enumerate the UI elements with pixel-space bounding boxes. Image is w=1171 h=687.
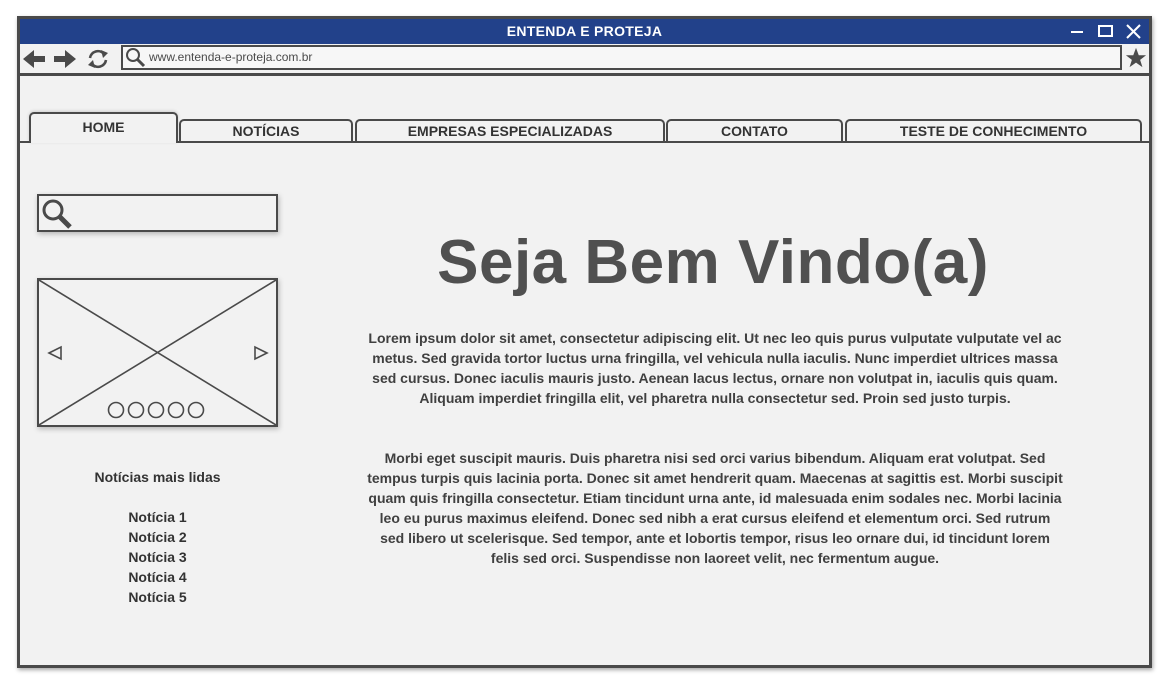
search-icon: [42, 199, 72, 229]
intro-paragraph-1: Lorem ipsum dolor sit amet, consectetur …: [368, 330, 1062, 406]
url-field[interactable]: www.entenda-e-proteja.com.br: [121, 45, 1122, 70]
carousel-next-icon[interactable]: [253, 345, 269, 361]
image-carousel: [37, 278, 278, 427]
news-link-2[interactable]: Notícia 2: [37, 529, 278, 545]
window-title: ENTENDA E PROTEJA: [506, 23, 663, 39]
welcome-title: Seja Bem Vindo(a): [437, 228, 989, 297]
browser-window: ENTENDA E PROTEJA www.entenda-e-proteja.…: [17, 16, 1152, 668]
intro-paragraph-2: Morbi eget suscipit mauris. Duis pharetr…: [367, 450, 1063, 566]
back-arrow-icon[interactable]: [22, 48, 46, 70]
title-bar: ENTENDA E PROTEJA: [20, 19, 1149, 44]
url-text: www.entenda-e-proteja.com.br: [149, 50, 313, 64]
search-input[interactable]: [37, 194, 278, 232]
search-icon: [126, 48, 146, 68]
nav-tabs: HOME NOTÍCIAS EMPRESAS ESPECIALIZADAS CO…: [20, 110, 1149, 143]
maximize-icon[interactable]: [1096, 22, 1116, 41]
tab-label: EMPRESAS ESPECIALIZADAS: [407, 123, 613, 139]
most-read-title: Notícias mais lidas: [94, 469, 221, 485]
minimize-icon[interactable]: [1068, 22, 1088, 41]
tab-label: HOME: [82, 119, 125, 135]
news-link-1[interactable]: Notícia 1: [37, 509, 278, 525]
tab-label: CONTATO: [721, 123, 788, 139]
tab-label: NOTÍCIAS: [232, 123, 300, 139]
forward-arrow-icon[interactable]: [53, 48, 77, 70]
news-link-4[interactable]: Notícia 4: [37, 569, 278, 585]
tab-contato[interactable]: CONTATO: [666, 119, 843, 143]
carousel-dots[interactable]: [107, 400, 209, 420]
refresh-icon[interactable]: [86, 48, 110, 70]
tab-home[interactable]: HOME: [29, 112, 178, 143]
close-icon[interactable]: [1124, 22, 1144, 41]
news-link-3[interactable]: Notícia 3: [37, 549, 278, 565]
star-icon[interactable]: [1125, 47, 1147, 69]
tab-teste-de-conhecimento[interactable]: TESTE DE CONHECIMENTO: [845, 119, 1142, 143]
news-link-5[interactable]: Notícia 5: [37, 589, 278, 605]
tab-noticias[interactable]: NOTÍCIAS: [179, 119, 353, 143]
address-bar: www.entenda-e-proteja.com.br: [20, 44, 1149, 76]
tab-empresas-especializadas[interactable]: EMPRESAS ESPECIALIZADAS: [355, 119, 665, 143]
carousel-prev-icon[interactable]: [47, 345, 63, 361]
tab-label: TESTE DE CONHECIMENTO: [899, 123, 1088, 139]
